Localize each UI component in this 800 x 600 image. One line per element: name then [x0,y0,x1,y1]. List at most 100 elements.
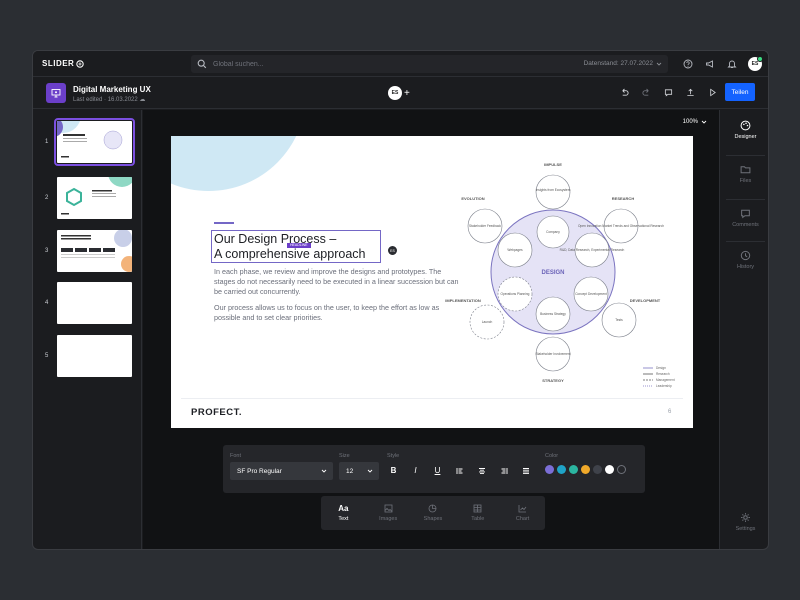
user-avatar[interactable]: ES [748,56,763,71]
thumbnail-row[interactable]: 3 [33,229,142,275]
comment-icon [741,209,750,219]
insert-text-button[interactable]: Aa Text [321,496,366,530]
cloud-icon: ☁ [139,97,146,103]
slide[interactable]: HEADLINE Our Design Process – A comprehe… [171,136,693,428]
legend-entry: Management [656,378,675,382]
logo-icon [76,59,85,68]
slide-thumbnail[interactable] [57,230,132,272]
justify-icon[interactable] [519,464,532,477]
play-icon[interactable] [707,87,718,98]
diagram-center-label: DESIGN [541,270,564,276]
collaborator-avatar[interactable]: ES [388,86,402,100]
history-icon [740,250,751,261]
color-swatch[interactable] [605,465,614,474]
color-swatch[interactable] [557,465,566,474]
share-button[interactable]: Teilen [725,83,755,101]
panel-settings[interactable]: Settings [720,502,768,544]
align-right-icon[interactable] [497,464,510,477]
node-label: Concept Development [575,292,607,296]
zoom-select[interactable]: 100% [683,119,707,125]
slide-canvas[interactable]: 100% HEADLINE Our Design Process – A com… [143,110,719,549]
insert-table-button[interactable]: Table [455,496,500,530]
slide-thumbnail[interactable] [54,118,135,166]
slide-title[interactable]: Our Design Process – A comprehensive app… [214,232,384,262]
slide-thumbnails: 1 2 3 4 5 [33,110,142,549]
node-label: Operations Planning [501,292,530,296]
search-icon [197,59,207,69]
align-center-icon[interactable] [475,464,488,477]
insert-shapes-button[interactable]: Shapes [411,496,456,530]
font-select[interactable]: SF Pro Regular [230,462,333,480]
size-select[interactable]: 12 [339,462,379,480]
legend-entry: Leadership [656,384,672,388]
phase-label: EVOLUTION [461,196,484,201]
global-search[interactable]: Datenstand: 27.07.2022 [191,55,668,73]
node-label: Insights from Ecosystem [536,188,571,192]
node-label: Stakeholder Involvement [535,352,570,356]
style-label: Style [387,453,400,459]
undo-icon[interactable] [619,87,630,98]
chevron-down-icon [367,469,373,473]
data-date[interactable]: Datenstand: 27.07.2022 [584,60,662,67]
bold-icon[interactable]: B [387,464,400,477]
insert-label: Shapes [423,516,443,522]
chevron-down-icon [701,120,707,124]
panel-label: Settings [735,526,756,532]
redo-icon[interactable] [641,87,652,98]
app-logo[interactable]: SLIDER [42,59,85,68]
comment-icon[interactable] [663,87,674,98]
align-left-icon[interactable] [453,464,466,477]
help-icon[interactable] [681,57,694,70]
upload-icon[interactable] [685,87,696,98]
thumbnail-number: 4 [45,300,49,306]
slide-thumbnail[interactable] [57,177,132,219]
color-swatch[interactable] [593,465,602,474]
panel-designer[interactable]: Designer [720,110,768,152]
panel-comments[interactable]: Comments [720,198,768,240]
thumbnail-row[interactable]: 1 [33,118,142,166]
font-value: SF Pro Regular [237,467,282,475]
slide-thumbnail[interactable] [57,335,132,377]
slide-thumbnail[interactable] [57,282,132,324]
bell-icon[interactable] [725,57,738,70]
panel-files[interactable]: Files [720,154,768,196]
panel-label: History [736,264,755,270]
underline-icon[interactable]: U [431,464,444,477]
decorative-blob [171,136,306,191]
node-label: Business Strategy [540,312,566,316]
panel-history[interactable]: History [720,240,768,282]
thumbnail-row[interactable]: 2 [33,176,142,222]
panel-label: Comments [732,222,759,228]
thumbnail-number: 5 [45,353,49,359]
megaphone-icon[interactable] [703,57,716,70]
color-swatch[interactable] [569,465,578,474]
node-label: Launch [482,320,493,324]
thumbnail-number: 3 [45,248,49,254]
insert-toolbar: Aa Text Images Shapes Table Chart [321,496,545,530]
node-label: R&D, Data Research, Experimental Researc… [560,248,625,252]
insert-chart-button[interactable]: Chart [500,496,545,530]
italic-icon[interactable]: I [409,464,422,477]
insert-label: Images [379,516,398,522]
document-header: Digital Marketing UX Last edited · 16.03… [33,77,768,109]
color-swatch[interactable] [545,465,554,474]
thumbnail-row[interactable]: 5 [33,334,142,380]
search-input[interactable] [213,57,463,71]
process-diagram[interactable]: DESIGN Insights from Ecosystem Company O… [435,156,685,388]
thumbnail-row[interactable]: 4 [33,281,142,327]
diagram-node[interactable] [535,174,571,210]
footer-divider [181,398,683,399]
add-collaborator-icon[interactable]: + [404,88,410,99]
insert-label: Text [338,516,349,522]
chevron-down-icon [656,62,662,66]
document-title[interactable]: Digital Marketing UX [73,85,151,94]
phase-label: STRATEGY [542,378,564,383]
phase-label: IMPULSE [544,162,562,167]
app-window: SLIDER Datenstand: 27.07.2022 ES Digital… [32,50,769,550]
chart-icon [518,503,527,513]
insert-images-button[interactable]: Images [366,496,411,530]
size-value: 12 [346,467,354,475]
custom-color-icon[interactable] [617,465,626,474]
color-swatch[interactable] [581,465,590,474]
slide-body[interactable]: In each phase, we review and improve the… [214,267,459,329]
